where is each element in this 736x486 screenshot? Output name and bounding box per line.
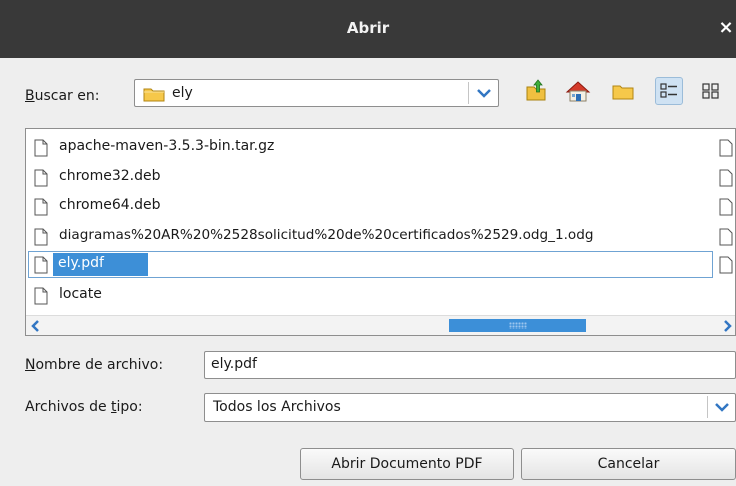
filetype-label-rest: ipo: bbox=[116, 399, 143, 415]
document-icon bbox=[719, 139, 733, 157]
filetype-label: Archivos de tipo: bbox=[25, 399, 143, 415]
document-icon bbox=[34, 139, 48, 157]
document-icon bbox=[34, 228, 48, 246]
filename-input[interactable] bbox=[211, 356, 711, 372]
home-button[interactable] bbox=[564, 77, 592, 105]
file-list[interactable]: apache-maven-3.5.3-bin.tar.gz chrome32.d… bbox=[25, 128, 736, 336]
document-icon bbox=[719, 228, 733, 246]
file-name: diagramas%20AR%20%2528solicitud%20de%20c… bbox=[59, 227, 594, 243]
filename-mnemonic: N bbox=[25, 357, 36, 373]
up-folder-icon bbox=[526, 79, 546, 101]
file-name: apache-maven-3.5.3-bin.tar.gz bbox=[59, 138, 275, 154]
filename-label: Nombre de archivo: bbox=[25, 357, 163, 373]
document-icon bbox=[34, 169, 48, 187]
details-view-icon bbox=[702, 83, 719, 99]
lookin-label: Buscar en: bbox=[25, 88, 99, 104]
document-icon bbox=[34, 287, 48, 305]
title-bar: Abrir × bbox=[0, 0, 736, 58]
chevron-down-icon[interactable] bbox=[712, 398, 732, 416]
new-folder-icon bbox=[612, 85, 634, 100]
file-row[interactable]: diagramas%20AR%20%2528solicitud%20de%20c… bbox=[26, 223, 735, 250]
details-view-button[interactable] bbox=[697, 77, 725, 105]
file-name: chrome64.deb bbox=[59, 197, 161, 213]
combo-separator bbox=[468, 82, 469, 104]
file-name: chrome32.deb bbox=[59, 168, 161, 184]
combo-separator bbox=[707, 396, 708, 418]
document-icon bbox=[34, 256, 48, 274]
filetype-combo[interactable]: Todos los Archivos bbox=[204, 393, 736, 422]
file-row[interactable]: chrome32.deb bbox=[26, 164, 735, 191]
filetype-label-pre: Archivos de bbox=[25, 399, 112, 415]
document-icon bbox=[719, 198, 733, 216]
chevron-down-icon[interactable] bbox=[474, 84, 494, 102]
lookin-combo[interactable]: ely bbox=[134, 79, 499, 107]
document-icon bbox=[719, 256, 733, 274]
home-icon bbox=[565, 81, 591, 102]
lookin-label-rest: uscar en: bbox=[34, 88, 100, 104]
scrollbar-thumb[interactable] bbox=[449, 319, 586, 332]
file-row[interactable]: apache-maven-3.5.3-bin.tar.gz bbox=[26, 134, 735, 161]
filename-field[interactable] bbox=[204, 351, 736, 379]
document-icon bbox=[719, 169, 733, 187]
chevron-right-icon[interactable] bbox=[717, 316, 736, 336]
open-button[interactable]: Abrir Documento PDF bbox=[300, 448, 514, 480]
file-name: ely.pdf bbox=[58, 255, 104, 271]
list-view-icon bbox=[660, 83, 677, 98]
filename-label-rest: ombre de archivo: bbox=[35, 357, 164, 373]
lookin-mnemonic: B bbox=[25, 88, 35, 104]
file-row-selected[interactable]: ely.pdf bbox=[26, 251, 735, 278]
selected-file-name-box: ely.pdf bbox=[53, 253, 148, 276]
new-folder-button[interactable] bbox=[609, 77, 637, 105]
horizontal-scrollbar[interactable] bbox=[26, 315, 736, 336]
cancel-button[interactable]: Cancelar bbox=[521, 448, 736, 480]
up-folder-button[interactable] bbox=[522, 77, 550, 105]
window-title: Abrir bbox=[346, 19, 390, 37]
file-row[interactable]: locate bbox=[26, 282, 735, 309]
folder-icon bbox=[143, 88, 165, 102]
document-icon bbox=[34, 198, 48, 216]
list-view-button[interactable] bbox=[655, 77, 683, 105]
file-name: locate bbox=[59, 286, 102, 302]
filetype-value: Todos los Archivos bbox=[213, 399, 341, 415]
close-icon[interactable]: × bbox=[716, 16, 736, 40]
grip-icon bbox=[509, 322, 527, 329]
file-row[interactable]: chrome64.deb bbox=[26, 193, 735, 220]
lookin-value: ely bbox=[172, 85, 193, 101]
chevron-left-icon[interactable] bbox=[26, 316, 46, 336]
